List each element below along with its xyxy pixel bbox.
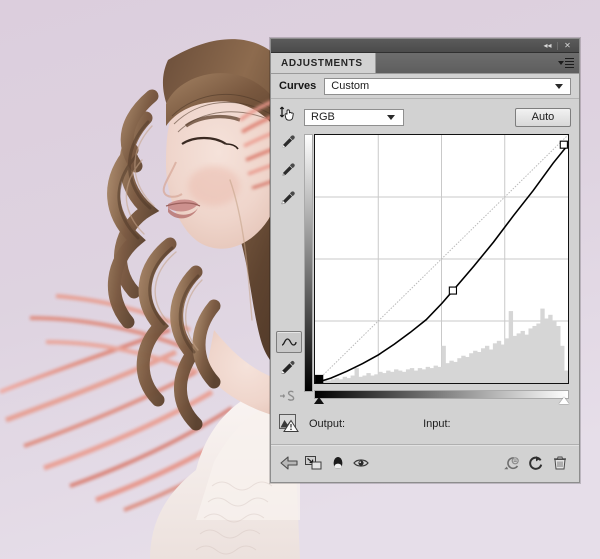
curve-grid[interactable] bbox=[314, 134, 569, 384]
panel-menu-icon[interactable] bbox=[553, 53, 579, 73]
tab-row-filler bbox=[376, 53, 553, 73]
black-point-slider[interactable] bbox=[314, 397, 324, 404]
tool-rail-gap bbox=[271, 211, 304, 329]
adjustments-panel: ◂◂ ✕ ADJUSTMENTS Curves Custom RGB Auto … bbox=[270, 38, 580, 483]
white-point-eyedropper-icon[interactable] bbox=[275, 185, 301, 211]
collapse-to-icons-button[interactable]: ◂◂ bbox=[540, 40, 555, 51]
curves-tool-rail bbox=[271, 99, 304, 424]
tab-adjustments[interactable]: ADJUSTMENTS bbox=[271, 53, 376, 73]
edit-points-curve-icon[interactable] bbox=[276, 331, 302, 353]
white-point-slider[interactable] bbox=[559, 397, 569, 404]
view-previous-state-icon[interactable] bbox=[500, 452, 524, 474]
preset-row: Curves Custom bbox=[271, 74, 579, 99]
auto-button[interactable]: Auto bbox=[515, 107, 571, 127]
toggle-layer-visibility-icon[interactable] bbox=[350, 452, 374, 474]
clipping-warning-icon[interactable] bbox=[279, 413, 299, 435]
reset-adjustment-icon[interactable] bbox=[524, 452, 548, 474]
curves-label: Curves bbox=[279, 80, 317, 92]
channel-select-value: RGB bbox=[311, 111, 335, 123]
panel-divider-highlight bbox=[271, 445, 579, 446]
readout-row: Output: Input: bbox=[279, 411, 571, 437]
black-point-eyedropper-icon[interactable] bbox=[275, 129, 301, 155]
chevron-down-icon bbox=[387, 115, 395, 120]
clip-to-layer-icon[interactable] bbox=[278, 452, 302, 474]
output-gradient-bar bbox=[304, 134, 313, 392]
preset-select[interactable]: Custom bbox=[324, 77, 571, 95]
panel-body: RGB Auto Output: Input: bbox=[271, 99, 579, 470]
preset-select-value: Custom bbox=[331, 80, 370, 92]
panel-menu-lines-icon bbox=[565, 57, 574, 69]
toggle-layer-mask-icon[interactable] bbox=[326, 452, 350, 474]
input-gradient-bar bbox=[314, 390, 569, 404]
panel-menu-caret-icon bbox=[558, 61, 564, 65]
pencil-draw-curve-icon[interactable] bbox=[275, 355, 301, 381]
return-to-adjustment-list-icon[interactable] bbox=[302, 452, 326, 474]
on-image-adjust-icon[interactable] bbox=[275, 101, 301, 127]
channel-select[interactable]: RGB bbox=[304, 108, 404, 126]
output-label: Output: bbox=[309, 418, 346, 430]
delete-adjustment-layer-icon[interactable] bbox=[548, 452, 572, 474]
panel-bottom-bar bbox=[271, 451, 579, 475]
channel-row: RGB Auto bbox=[304, 107, 571, 127]
close-icon[interactable]: ✕ bbox=[560, 40, 575, 51]
panel-tab-row: ADJUSTMENTS bbox=[271, 53, 579, 74]
panel-titlebar: ◂◂ ✕ bbox=[271, 39, 579, 53]
curves-graph[interactable] bbox=[304, 134, 569, 406]
chevron-down-icon bbox=[555, 84, 563, 89]
input-label: Input: bbox=[423, 418, 451, 430]
gray-point-eyedropper-icon[interactable] bbox=[275, 157, 301, 183]
titlebar-separator bbox=[557, 41, 558, 50]
smooth-curve-icon[interactable] bbox=[275, 383, 301, 409]
